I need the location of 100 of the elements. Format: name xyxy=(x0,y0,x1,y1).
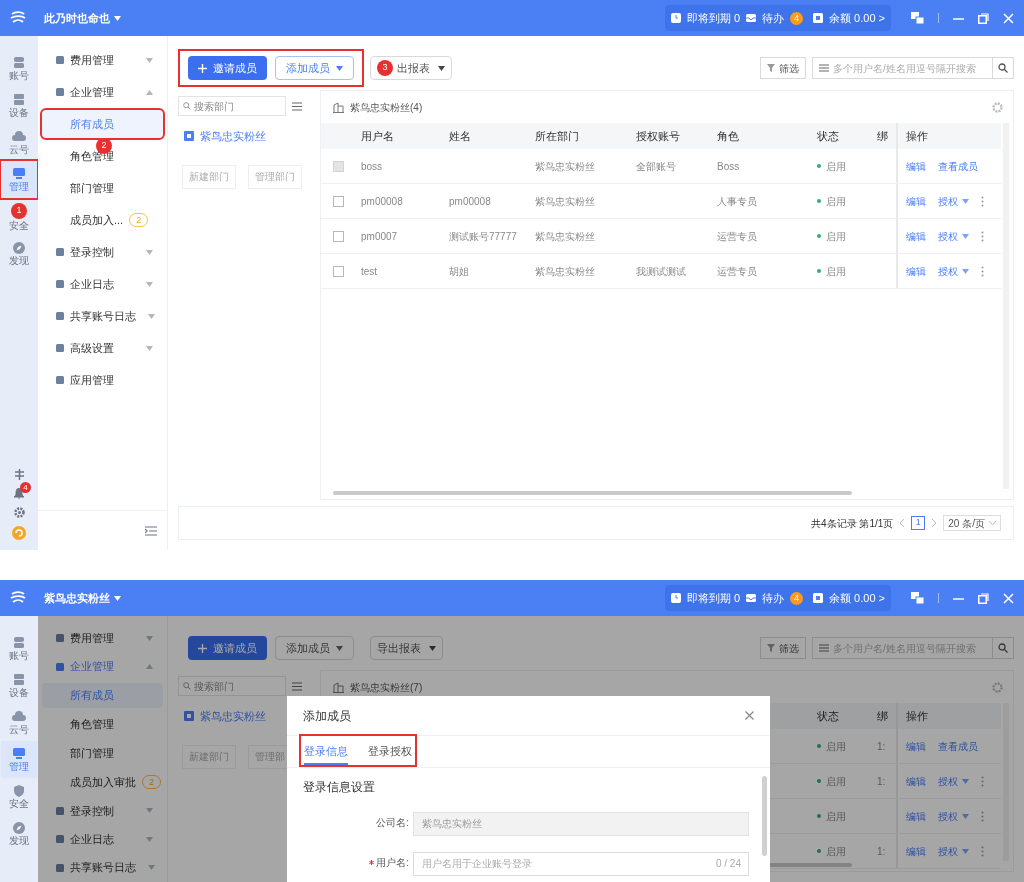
action-link[interactable]: 编辑 xyxy=(906,193,926,209)
company-switcher[interactable]: 紫鸟忠实粉丝 xyxy=(44,589,121,607)
settings-icon[interactable] xyxy=(992,101,1003,113)
row-checkbox[interactable] xyxy=(333,195,344,207)
restore-icon[interactable] xyxy=(978,592,989,604)
collapse-icon[interactable] xyxy=(145,525,157,536)
page-button[interactable]: 1 xyxy=(911,516,926,530)
dropdown-link[interactable]: 授权 xyxy=(938,263,969,279)
search-button[interactable] xyxy=(992,57,1014,79)
action-link[interactable]: 编辑 xyxy=(906,773,926,789)
rail-item[interactable]: 安全 xyxy=(1,778,37,815)
nav-group[interactable]: 企业日志 xyxy=(38,268,167,300)
todo-label[interactable]: 待办 xyxy=(762,589,785,607)
search-input[interactable]: 搜索部门 xyxy=(194,98,281,114)
balance-link[interactable]: 余额 0.00 > xyxy=(829,9,885,27)
nav-group[interactable]: 费用管理 xyxy=(38,624,167,653)
invite-button[interactable]: 邀请成员 xyxy=(188,56,267,80)
screens-icon[interactable] xyxy=(911,12,924,24)
nav-item[interactable]: 部门管理 xyxy=(42,740,163,766)
refresh-icon[interactable] xyxy=(12,526,26,540)
search-field[interactable]: 搜索部门 xyxy=(178,676,286,696)
action-link[interactable]: 查看成员 xyxy=(938,738,978,754)
search-input[interactable]: 多个用户名/姓名用逗号隔开搜索 xyxy=(833,60,992,76)
list-icon[interactable] xyxy=(292,101,302,111)
invite-button[interactable]: 邀请成员 xyxy=(188,636,267,660)
nav-group[interactable]: 登录控制 xyxy=(38,236,167,268)
tab[interactable]: 登录授权 xyxy=(368,740,412,765)
rail-item[interactable]: 账号 xyxy=(1,50,37,87)
nav-item[interactable]: 部门管理 xyxy=(42,174,163,202)
export-button[interactable]: 3 出报表 xyxy=(370,56,452,80)
action-link[interactable]: 编辑 xyxy=(906,843,926,859)
filter-button[interactable]: 筛选 xyxy=(760,637,806,659)
dropdown-link[interactable]: 授权 xyxy=(938,228,969,244)
nav-group[interactable]: 应用管理 xyxy=(38,364,167,396)
page-size-select[interactable]: 20 条/页 xyxy=(943,515,1001,531)
filter-button[interactable]: 筛选 xyxy=(760,57,806,79)
rail-item[interactable]: 云号 xyxy=(1,124,37,161)
settings-icon[interactable] xyxy=(992,681,1003,693)
close-icon[interactable] xyxy=(745,711,754,720)
chevron-left-icon[interactable] xyxy=(899,519,906,527)
manage-department-button[interactable]: 管理部门 xyxy=(248,164,302,189)
signpost-icon[interactable] xyxy=(13,469,25,480)
todo-label[interactable]: 待办 xyxy=(762,9,785,27)
search-field[interactable]: 搜索部门 xyxy=(178,96,286,116)
search-input[interactable]: 搜索部门 xyxy=(194,678,281,694)
action-link[interactable]: 编辑 xyxy=(906,808,926,824)
add-member-button[interactable]: 添加成员 xyxy=(275,56,354,80)
new-department-button[interactable]: 新建部门 xyxy=(182,164,236,189)
rail-item[interactable]: 账号 xyxy=(1,630,37,667)
nav-item[interactable]: 成员加入审批 2 xyxy=(42,769,163,795)
action-link[interactable]: 编辑 xyxy=(906,263,926,279)
row-checkbox[interactable] xyxy=(333,265,344,277)
screens-icon[interactable] xyxy=(911,592,924,604)
rail-item[interactable]: 发现 xyxy=(1,815,37,852)
gear-icon[interactable] xyxy=(13,507,25,518)
nav-group[interactable]: 费用管理 xyxy=(38,44,167,76)
action-link[interactable]: 编辑 xyxy=(906,228,926,244)
row-checkbox[interactable] xyxy=(333,230,344,242)
expiring-count[interactable]: 即将到期 0 xyxy=(686,589,741,607)
tree-item[interactable]: 紫鸟忠实粉丝 xyxy=(184,128,312,145)
export-button[interactable]: 导出报表 xyxy=(370,636,443,660)
company-switcher[interactable]: 此乃时也命也 xyxy=(44,9,121,27)
cloud-icon xyxy=(12,130,26,143)
nav-item[interactable]: 成员加入... 2 xyxy=(42,206,163,234)
rail-item[interactable]: 云号 xyxy=(1,704,37,741)
search-button[interactable] xyxy=(992,637,1014,659)
rail-item[interactable]: 设备 xyxy=(1,667,37,704)
add-member-button[interactable]: 添加成员 xyxy=(275,636,354,660)
nav-group[interactable]: 共享账号日志 xyxy=(38,300,167,332)
rail-item[interactable]: 发现 xyxy=(1,235,37,272)
action-link[interactable]: 编辑 xyxy=(906,738,926,754)
more-icon[interactable] xyxy=(981,230,984,242)
search-field[interactable]: 多个用户名/姓名用逗号隔开搜索 xyxy=(812,57,992,79)
dropdown-link[interactable]: 授权 xyxy=(938,808,969,824)
dropdown-link[interactable]: 授权 xyxy=(938,193,969,209)
balance-link[interactable]: 余额 0.00 > xyxy=(829,589,885,607)
status-text: 启用 xyxy=(826,159,846,174)
expiring-count[interactable]: 即将到期 0 xyxy=(686,9,741,27)
nav-group[interactable]: 企业管理 xyxy=(38,652,167,681)
nav-group[interactable]: 共享账号日志 xyxy=(38,853,167,882)
nav-group[interactable]: 企业日志 xyxy=(38,825,167,854)
restore-icon[interactable] xyxy=(978,12,989,24)
dropdown-link[interactable]: 授权 xyxy=(938,773,969,789)
more-icon[interactable] xyxy=(981,265,984,277)
nav-group[interactable]: 登录控制 xyxy=(38,796,167,826)
nav-item[interactable]: 角色管理 xyxy=(42,711,163,737)
list-icon[interactable] xyxy=(292,681,302,691)
nav-item[interactable]: 所有成员 xyxy=(42,682,163,708)
rail-item[interactable]: 管理 xyxy=(1,741,37,778)
bell-icon[interactable] xyxy=(14,488,24,499)
chevron-right-icon[interactable] xyxy=(931,519,938,527)
rail-item[interactable]: 设备 xyxy=(1,87,37,124)
dropdown-link[interactable]: 授权 xyxy=(938,843,969,859)
nav-group[interactable]: 企业管理 xyxy=(38,76,167,108)
nav-group[interactable]: 高级设置 xyxy=(38,332,167,364)
tab[interactable]: 登录信息 xyxy=(304,740,348,765)
rail-item[interactable]: 管理 xyxy=(1,161,37,198)
rail-item[interactable]: 1 安全 xyxy=(1,198,37,235)
more-icon[interactable] xyxy=(981,195,984,207)
nav-item[interactable]: 所有成员 xyxy=(42,110,163,138)
